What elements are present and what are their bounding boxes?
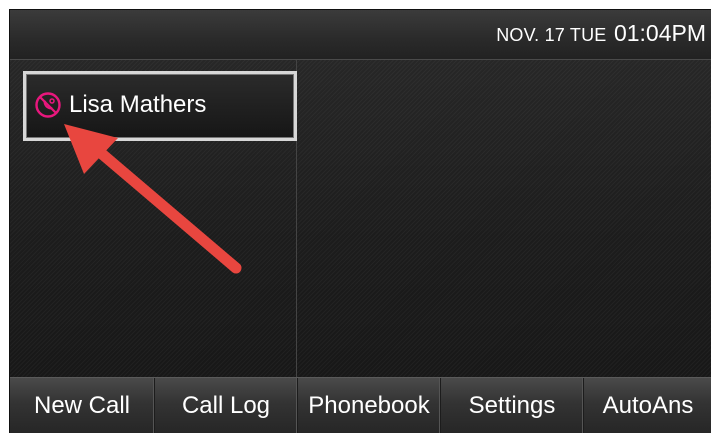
softkey-new-call[interactable]: New Call xyxy=(10,378,155,433)
status-bar: NOV. 17 TUE 01:04PM xyxy=(10,10,711,60)
softkey-settings[interactable]: Settings xyxy=(441,378,584,433)
softkey-phonebook[interactable]: Phonebook xyxy=(298,378,441,433)
line-key-lisa-mathers[interactable]: Lisa Mathers xyxy=(23,71,297,141)
phone-screen: NOV. 17 TUE 01:04PM Lisa Mathers New Cal… xyxy=(9,9,711,433)
softkey-call-log[interactable]: Call Log xyxy=(155,378,298,433)
line-name: Lisa Mathers xyxy=(69,91,207,118)
call-status-icon xyxy=(35,92,61,118)
softkey-autoans[interactable]: AutoAns xyxy=(584,378,711,433)
time-label: 01:04PM xyxy=(613,20,706,46)
line-panel: Lisa Mathers xyxy=(10,60,297,377)
softkey-bar: New Call Call Log Phonebook Settings Aut… xyxy=(10,377,711,433)
date-label: NOV. 17 TUE xyxy=(496,25,607,45)
clock: NOV. 17 TUE 01:04PM xyxy=(496,20,706,47)
